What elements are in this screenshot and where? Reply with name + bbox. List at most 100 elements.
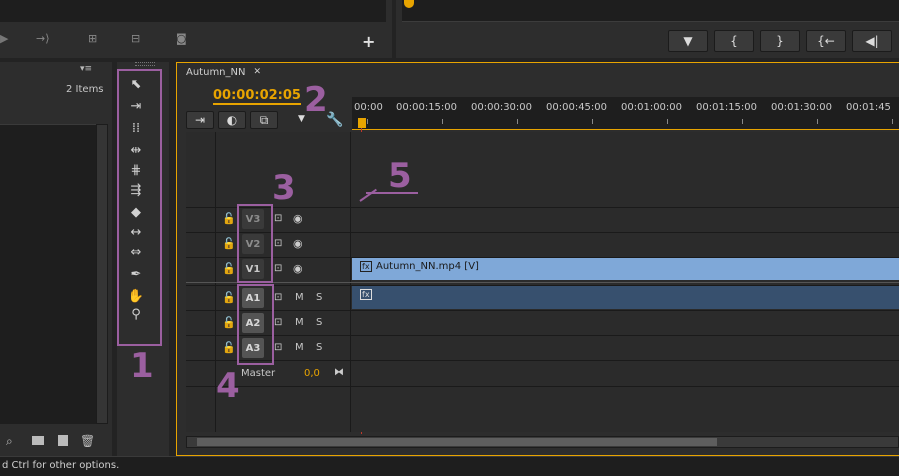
items-count: 2 Items [66,84,104,95]
audio-clip[interactable]: fx [352,286,899,309]
video-track-highlight-box [237,204,273,283]
mute-button[interactable]: M [295,292,304,303]
ruler-label: 00:00:45:00 [546,102,608,113]
marker-add-icon: ⧉ [259,112,269,127]
annotation-4: 4 [216,366,240,406]
add-button-icon[interactable]: + [362,32,378,52]
snap-icon: ⇥ [194,113,206,127]
track-divider [186,386,899,387]
annotation-5: 5 [388,156,412,196]
lift-icon[interactable]: ⊟ [131,32,159,52]
add-marker-button[interactable]: ▼ [668,30,708,52]
add-marker-timeline-button[interactable]: ⧉ [250,111,278,129]
ruler-tick [517,119,518,124]
project-scrollbar[interactable] [96,124,108,424]
project-panel: ▾≡ 2 Items ⌕ 🗑 [0,62,112,456]
lock-icon[interactable]: 🔓 [222,341,236,354]
ruler-tick [592,119,593,124]
mark-out-icon: } [776,34,784,48]
ruler-label: 00:00:30:00 [471,102,533,113]
linked-selection-button[interactable]: ◐ [218,111,246,129]
ruler-label: 00:01:00:00 [621,102,683,113]
lock-icon[interactable]: 🔓 [222,237,236,250]
playhead-head-icon[interactable] [358,118,366,128]
insert-icon[interactable]: →⟩ [36,32,64,52]
ruler-label: 00:01:15:00 [696,102,758,113]
sync-lock-icon[interactable]: ⊡ [274,342,282,353]
timecode-display[interactable]: 00:00:02:05 [213,88,301,105]
panel-menu-icon[interactable]: ▾≡ [80,64,96,76]
ruler-label: 00:01:45 [846,102,891,113]
sync-lock-icon[interactable]: ⊡ [274,263,282,274]
ruler-label: 00:00:15:00 [396,102,458,113]
ruler-tick [667,119,668,124]
mark-in-button[interactable]: { [714,30,754,52]
link-icon: ◐ [226,113,238,127]
tools-highlight-box [117,69,162,346]
solo-button[interactable]: S [316,292,322,303]
program-scrub-bar[interactable] [402,0,899,22]
marker-icon: ▼ [683,34,693,48]
track-divider [186,232,899,233]
eye-icon[interactable]: ◉ [293,237,303,250]
monitor-scroll-area [0,0,386,22]
wrench-icon[interactable]: 🔧 [326,112,343,128]
timeline-scrollbar[interactable] [186,436,899,448]
video-clip-name: Autumn_NN.mp4 [V] [376,261,479,272]
sequence-tab[interactable]: Autumn_NN ✕ [178,63,264,81]
ruler-tick [742,119,743,124]
sync-lock-icon[interactable]: ⊡ [274,238,282,249]
lock-icon[interactable]: 🔓 [222,316,236,329]
project-list [0,124,96,424]
close-tab-icon[interactable]: ✕ [253,67,261,77]
audio-track-highlight-box [237,284,274,365]
search-icon[interactable]: ⌕ [6,434,13,449]
trash-icon[interactable]: 🗑 [80,434,95,448]
new-item-icon[interactable] [58,435,68,446]
ruler-label: 00:01:30:00 [771,102,833,113]
mute-button[interactable]: M [295,317,304,328]
annotation-1: 1 [130,346,154,386]
step-back-button[interactable]: ◀| [852,30,892,52]
fx-badge: fx [360,261,372,272]
annotation-3: 3 [272,168,296,208]
mark-out-button[interactable]: } [760,30,800,52]
lock-icon[interactable]: 🔓 [222,262,236,275]
scrollbar-thumb[interactable] [197,438,717,446]
ruler-tick [367,119,368,124]
ruler-tick [442,119,443,124]
time-ruler[interactable]: 00:00 00:00:15:00 00:00:30:00 00:00:45:0… [352,97,899,130]
program-monitor-panel: ▼ { } {← ◀| [396,0,899,58]
sync-lock-icon[interactable]: ⊡ [274,292,282,303]
step-forward-icon[interactable]: ▶ [0,32,24,52]
step-back-icon: ◀| [865,34,879,48]
annotation-2: 2 [304,80,328,120]
solo-button[interactable]: S [316,317,322,328]
fx-badge: fx [360,289,372,300]
solo-button[interactable]: S [316,342,322,353]
eye-icon[interactable]: ◉ [293,212,303,225]
master-label: Master [241,368,276,379]
mute-button[interactable]: M [295,342,304,353]
snap-button[interactable]: ⇥ [186,111,214,129]
go-to-in-button[interactable]: {← [806,30,846,52]
overwrite-icon[interactable]: ⊞ [88,32,116,52]
master-volume-value[interactable]: 0,0 [304,368,320,379]
top-left-panel: ▶ →⟩ ⊞ ⊟ ◙ + [0,0,392,58]
sync-lock-icon[interactable]: ⊡ [274,317,282,328]
lock-icon[interactable]: 🔓 [222,291,236,304]
ruler-tick [817,119,818,124]
new-bin-icon[interactable] [32,436,44,445]
status-text: d Ctrl for other options. [2,460,120,471]
track-divider [186,360,899,361]
eye-icon[interactable]: ◉ [293,262,303,275]
master-nav-icon[interactable]: ⧓ [334,367,344,378]
ruler-tick [892,119,893,124]
track-divider [186,282,899,283]
sync-lock-icon[interactable]: ⊡ [274,213,282,224]
camera-icon[interactable]: ◙ [176,32,204,52]
video-clip[interactable]: fx Autumn_NN.mp4 [V] [352,258,899,280]
panel-grip [135,62,155,66]
lock-icon[interactable]: 🔓 [222,212,236,225]
go-to-in-icon: {← [817,34,835,48]
